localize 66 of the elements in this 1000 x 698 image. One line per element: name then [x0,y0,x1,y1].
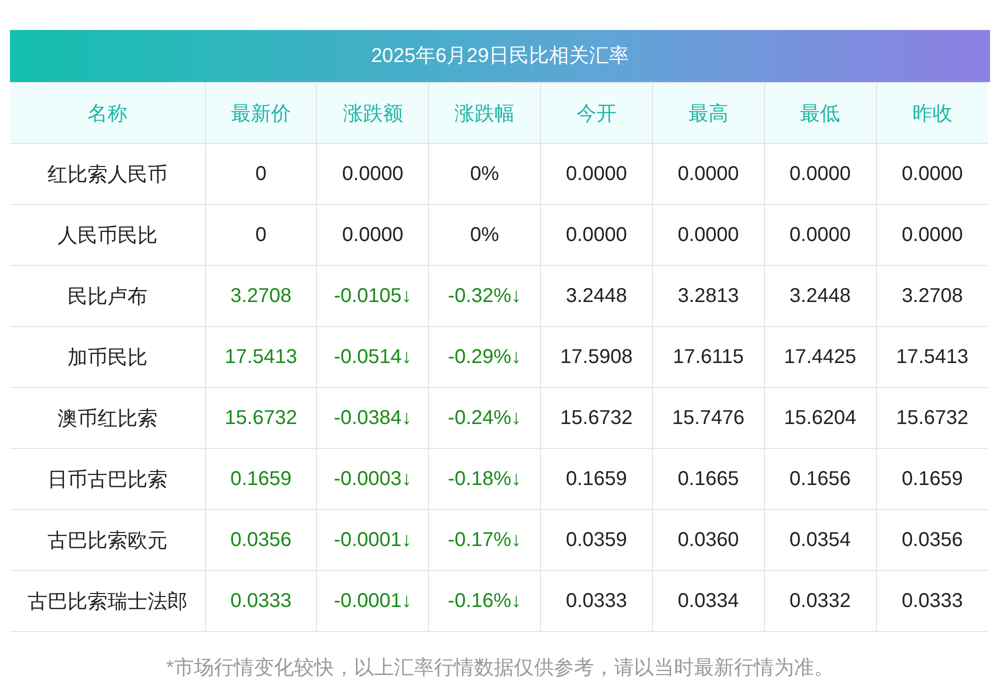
table-cell: -0.0001↓ [316,570,429,632]
column-header: 涨跌幅 [428,82,541,144]
table-cell: 0.0332 [764,570,876,632]
table-cell: 人民币民比 [10,204,205,266]
column-header: 最低 [764,82,876,144]
table-cell: 0.0000 [652,204,764,266]
table-cell: 17.6115 [652,326,764,388]
table-cell: 17.5908 [540,326,652,388]
table-cell: 0.0334 [652,570,764,632]
table-cell: 3.2708 [205,266,317,326]
table-cell: -0.0001↓ [316,510,429,570]
column-header: 最新价 [205,82,317,144]
disclaimer-note: *市场行情变化较快，以上汇率行情数据仅供参考，请以当时最新行情为准。 [165,656,835,681]
table-cell: -0.18%↓ [428,448,541,510]
table-cell: 0% [428,204,541,266]
table-cell: 0.0000 [540,144,652,204]
table-cell: 0.0333 [540,570,652,632]
table-cell: 民比卢布 [10,266,205,326]
column-header: 最高 [652,82,764,144]
column-header: 名称 [10,82,205,144]
table-cell: 3.2813 [652,266,764,326]
table-cell: -0.32%↓ [428,266,541,326]
table-cell: 古巴比索瑞士法郎 [10,570,205,632]
table-cell: 15.7476 [652,388,764,448]
column-header: 涨跌额 [316,82,429,144]
table-cell: 0.0000 [764,144,876,204]
table-cell: 澳币红比索 [10,388,205,448]
table-cell: 0 [205,204,317,266]
table-cell: 3.2448 [764,266,876,326]
table-cell: 0.0000 [764,204,876,266]
table-cell: -0.16%↓ [428,570,541,632]
table-cell: 0% [428,144,541,204]
table-cell: 0.1665 [652,448,764,510]
table-cell: 15.6204 [764,388,876,448]
table-cell: 15.6732 [205,388,317,448]
table-cell: 3.2448 [540,266,652,326]
table-cell: 0.0000 [316,144,429,204]
table-cell: -0.17%↓ [428,510,541,570]
table-cell: 0 [205,144,317,204]
table-cell: -0.0003↓ [316,448,429,510]
table-cell: 15.6732 [540,388,652,448]
table-cell: -0.0105↓ [316,266,429,326]
column-header: 昨收 [876,82,988,144]
table-cell: 0.0360 [652,510,764,570]
table-cell: 0.0354 [764,510,876,570]
table-cell: 17.4425 [764,326,876,388]
table-cell: 红比索人民币 [10,144,205,204]
table-cell: -0.0514↓ [316,326,429,388]
table-cell: 0.1659 [540,448,652,510]
table-cell: 0.0333 [205,570,317,632]
table-cell: 古巴比索欧元 [10,510,205,570]
table-cell: -0.24%↓ [428,388,541,448]
table-cell: -0.29%↓ [428,326,541,388]
table-cell: 0.0000 [652,144,764,204]
table-cell: 日币古巴比索 [10,448,205,510]
column-header: 今开 [540,82,652,144]
table-cell: 0.1656 [764,448,876,510]
table-cell: 17.5413 [205,326,317,388]
table-cell: 0.0356 [205,510,317,570]
table-cell: 0.1659 [205,448,317,510]
table-cell: -0.0384↓ [316,388,429,448]
table-title: 2025年6月29日民比相关汇率 [10,30,990,82]
table-cell: 0.0000 [316,204,429,266]
table-cell: 加币民比 [10,326,205,388]
table-cell: 0.0359 [540,510,652,570]
table-cell: 0.0000 [540,204,652,266]
